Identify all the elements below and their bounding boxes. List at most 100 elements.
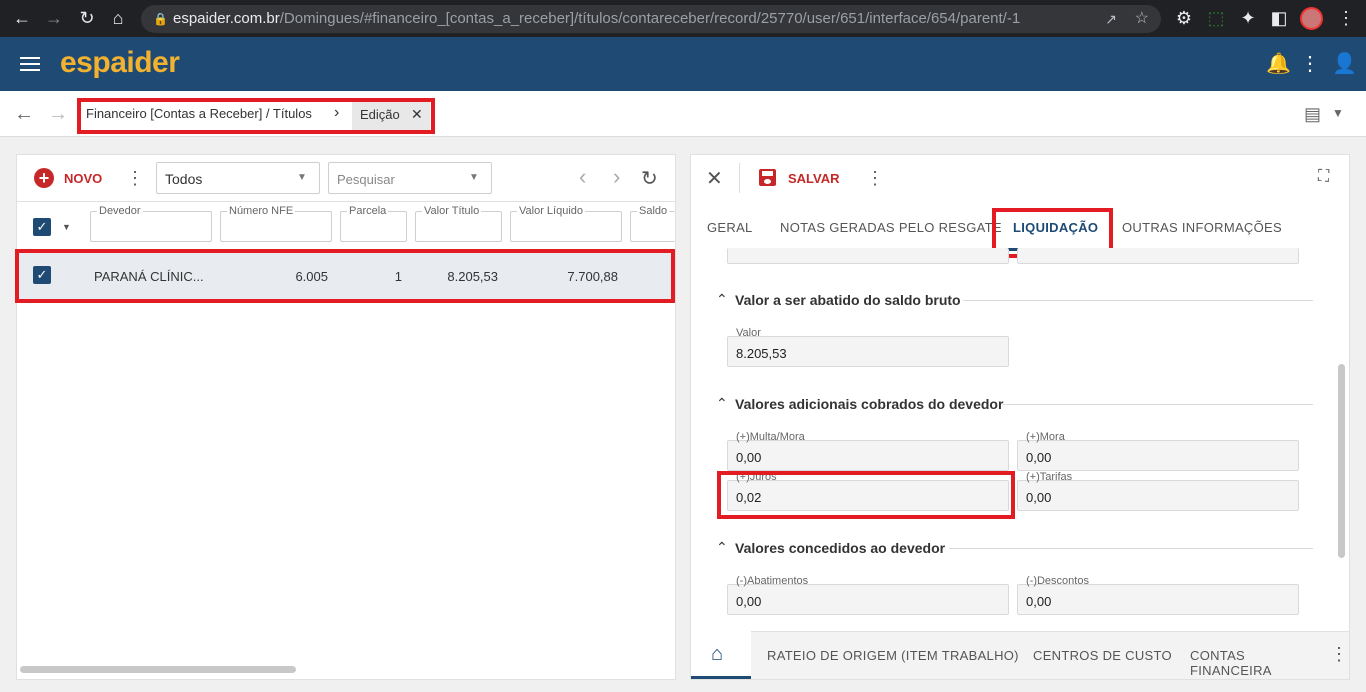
horizontal-scrollbar[interactable]: [20, 666, 296, 673]
valor-label: Valor: [736, 327, 761, 339]
detail-more-icon[interactable]: ⋮: [866, 168, 884, 189]
col-header-devedor: Devedor: [97, 205, 143, 217]
forward-icon[interactable]: →: [42, 0, 66, 37]
tab-contas-financeiras[interactable]: CONTAS FINANCEIRA: [1190, 648, 1319, 678]
breadcrumb[interactable]: Financeiro [Contas a Receber] / Títulos: [86, 106, 312, 121]
abatimentos-field[interactable]: (-)Abatimentos 0,00: [727, 575, 1009, 615]
tarifas-field[interactable]: (+)Tarifas 0,00: [1017, 471, 1299, 511]
filter-value: Todos: [165, 171, 203, 187]
scrolled-field-left[interactable]: [727, 248, 1009, 264]
share-icon[interactable]: ↗: [1105, 5, 1117, 33]
descontos-field[interactable]: (-)Descontos 0,00: [1017, 575, 1299, 615]
scrolled-field-right[interactable]: [1017, 248, 1299, 264]
cell-valor-liquido: 7.700,88: [567, 269, 618, 284]
layout-dropdown-icon[interactable]: ▼: [1332, 106, 1344, 120]
col-header-parcela: Parcela: [347, 205, 389, 217]
fullscreen-icon[interactable]: ⛶: [1318, 168, 1329, 186]
section-title-adicionais: Valores adicionais cobrados do devedor: [735, 396, 1004, 412]
tarifas-value: 0,00: [1026, 490, 1052, 505]
save-button[interactable]: SALVAR: [788, 171, 840, 186]
extensions-puzzle-icon[interactable]: ✦: [1236, 0, 1260, 37]
select-all-checkbox[interactable]: ✓: [33, 218, 51, 236]
app-menu-icon[interactable]: ⋮: [1300, 37, 1320, 91]
multa-label: (+)Multa/Mora: [736, 431, 805, 443]
row-checkbox[interactable]: ✓: [33, 266, 51, 284]
section-title-concedidos: Valores concedidos ao devedor: [735, 540, 946, 556]
list-divider: [16, 201, 676, 202]
home-icon[interactable]: ⌂: [106, 0, 130, 37]
star-icon[interactable]: ☆: [1135, 5, 1149, 33]
lock-icon: 🔒: [153, 12, 168, 26]
notifications-bell-icon[interactable]: 🔔: [1266, 37, 1291, 91]
user-icon[interactable]: 👤: [1332, 37, 1357, 91]
tarifas-label: (+)Tarifas: [1026, 471, 1073, 483]
back-icon[interactable]: ←: [10, 0, 34, 37]
tab-edicao[interactable]: Edição ✕: [352, 102, 430, 130]
close-tab-icon[interactable]: ✕: [411, 106, 423, 123]
new-button[interactable]: NOVO: [64, 171, 102, 186]
filter-select[interactable]: Todos ▼: [156, 162, 320, 194]
cell-parcela: 1: [394, 269, 402, 284]
reload-icon[interactable]: ↻: [75, 0, 99, 37]
toolbar-separator: [739, 163, 740, 193]
nav-back-icon[interactable]: ←: [14, 103, 34, 126]
breadcrumb-chevron-icon: ›: [334, 104, 340, 121]
mora-field[interactable]: (+)Mora 0,00: [1017, 431, 1299, 471]
sidepanel-icon[interactable]: ◧: [1267, 0, 1291, 37]
tab-outras-informacoes[interactable]: OUTRAS INFORMAÇÕES: [1122, 220, 1282, 235]
mora-value: 0,00: [1026, 450, 1052, 465]
app-header: [0, 37, 1366, 91]
layout-toggle-icon[interactable]: ▤: [1304, 104, 1321, 125]
descontos-value: 0,00: [1026, 594, 1052, 609]
profile-avatar[interactable]: [1300, 7, 1323, 30]
valor-field[interactable]: Valor 8.205,53: [727, 327, 1009, 367]
cell-valor-titulo: 8.205,53: [447, 269, 498, 284]
search-input[interactable]: Pesquisar ▼: [328, 162, 492, 194]
tab-centros-custo[interactable]: CENTROS DE CUSTO: [1033, 648, 1172, 663]
tab-notas-geradas[interactable]: NOTAS GERADAS PELO RESGATE: [780, 220, 1002, 235]
prev-page-icon[interactable]: ‹: [579, 164, 586, 190]
collapse-adicionais-icon[interactable]: ⌃: [716, 395, 728, 412]
cell-numero-nfe: 6.005: [295, 269, 328, 284]
juros-highlight: [717, 471, 1015, 519]
bottom-tabs-more-icon[interactable]: ⋮: [1330, 644, 1348, 665]
abatimentos-value: 0,00: [736, 594, 762, 609]
home-icon: ⌂: [711, 643, 724, 665]
next-page-icon[interactable]: ›: [613, 164, 620, 190]
hamburger-menu-icon[interactable]: [20, 55, 40, 73]
refresh-icon[interactable]: ↻: [641, 166, 658, 191]
url-domain: espaider.com.br: [173, 10, 280, 27]
col-header-valor-titulo: Valor Título: [422, 205, 482, 217]
col-header-numero-nfe: Número NFE: [227, 205, 296, 217]
search-dropdown-icon: ▼: [469, 172, 479, 183]
abatimentos-label: (-)Abatimentos: [736, 575, 809, 587]
valor-value: 8.205,53: [736, 346, 787, 361]
collapse-concedidos-icon[interactable]: ⌃: [716, 539, 728, 556]
tab-edicao-label: Edição: [360, 107, 400, 122]
extension-frame-icon[interactable]: ⬚: [1204, 0, 1228, 37]
list-more-icon[interactable]: ⋮: [126, 168, 144, 189]
app-logo: espaider: [60, 46, 180, 79]
browser-menu-icon[interactable]: ⋮: [1334, 0, 1358, 37]
tab-rateio-origem[interactable]: RATEIO DE ORIGEM (ITEM TRABALHO): [767, 648, 1019, 663]
extension-gear-icon[interactable]: ⚙: [1172, 0, 1196, 37]
section-title-abatido: Valor a ser abatido do saldo bruto: [735, 292, 961, 308]
col-header-saldo: Saldo: [637, 205, 670, 217]
collapse-abatido-icon[interactable]: ⌃: [716, 291, 728, 308]
mora-label: (+)Mora: [1026, 431, 1065, 443]
save-icon[interactable]: [759, 169, 776, 186]
tab-geral[interactable]: GERAL: [707, 220, 753, 235]
search-placeholder: Pesquisar: [337, 172, 395, 187]
select-all-dropdown-icon[interactable]: ▼: [62, 222, 71, 232]
nav-forward-icon[interactable]: →: [48, 103, 68, 126]
multa-field[interactable]: (+)Multa/Mora 0,00: [727, 431, 1009, 471]
add-icon[interactable]: +: [34, 168, 54, 188]
address-bar[interactable]: 🔒 espaider.com.br/Domingues/#financeiro_…: [141, 5, 1161, 33]
section-divider: [949, 548, 1313, 549]
filter-dropdown-icon: ▼: [297, 172, 307, 183]
multa-value: 0,00: [736, 450, 762, 465]
vertical-scrollbar[interactable]: [1338, 364, 1345, 558]
close-detail-icon[interactable]: ✕: [706, 166, 723, 191]
tab-home[interactable]: ⌂: [691, 631, 751, 679]
browser-toolbar: ← → ↻ ⌂ 🔒 espaider.com.br/Domingues/#fin…: [0, 0, 1366, 37]
